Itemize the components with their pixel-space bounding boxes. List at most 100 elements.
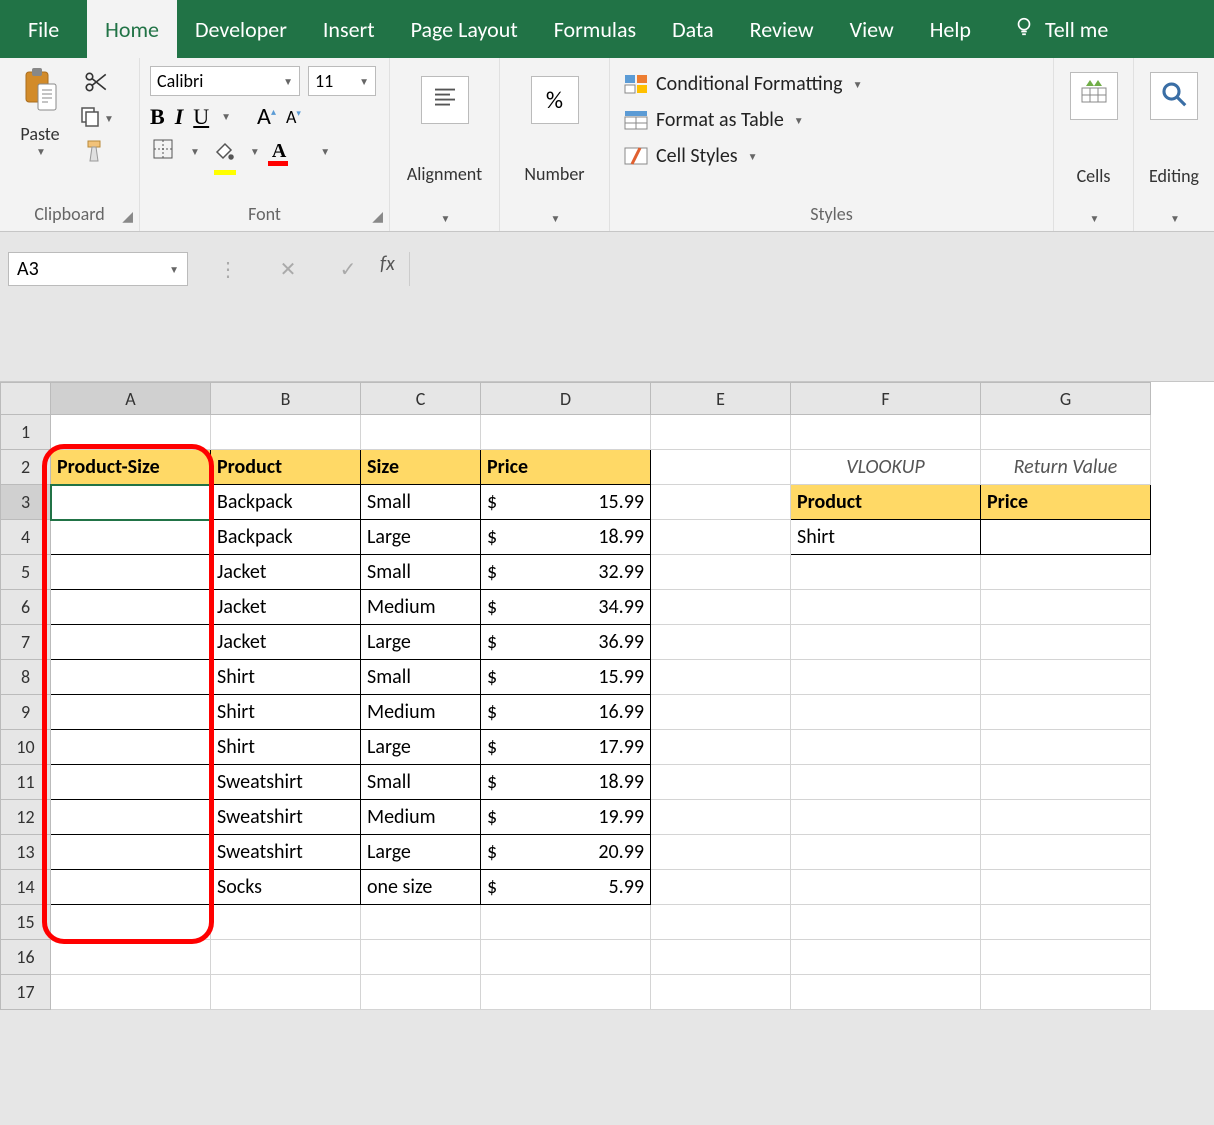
tab-help[interactable]: Help [912,0,989,58]
cell-C8[interactable]: Small [361,660,481,695]
row-header-16[interactable]: 16 [1,940,51,975]
fill-color-button[interactable] [212,138,236,165]
cell-A5[interactable] [51,555,211,590]
cell-D14[interactable]: $5.99 [481,870,651,905]
cell-E17[interactable] [651,975,791,1010]
cell-A8[interactable] [51,660,211,695]
underline-button[interactable]: U [193,104,209,130]
cell-D5[interactable]: $32.99 [481,555,651,590]
row-header-11[interactable]: 11 [1,765,51,800]
conditional-formatting-button[interactable]: Conditional Formatting ▼ [620,66,1043,102]
cell-A17[interactable] [51,975,211,1010]
cell-C4[interactable]: Large [361,520,481,555]
cell-D12[interactable]: $19.99 [481,800,651,835]
cell-B6[interactable]: Jacket [211,590,361,625]
cell-E6[interactable] [651,590,791,625]
column-header-D[interactable]: D [481,383,651,415]
cell-G7[interactable] [981,625,1151,660]
row-header-2[interactable]: 2 [1,450,51,485]
cell-C1[interactable] [361,415,481,450]
cell-G15[interactable] [981,905,1151,940]
cell-E7[interactable] [651,625,791,660]
fx-label[interactable]: fx [380,252,395,276]
tab-file[interactable]: File [0,0,87,58]
cell-D17[interactable] [481,975,651,1010]
copy-button[interactable]: ▼ [80,104,112,132]
font-name-select[interactable]: Calibri ▼ [150,66,300,96]
name-box[interactable]: A3 ▼ [8,252,188,286]
bold-button[interactable]: B [150,104,165,130]
column-header-C[interactable]: C [361,383,481,415]
cell-E15[interactable] [651,905,791,940]
cell-G12[interactable] [981,800,1151,835]
row-header-3[interactable]: 3 [1,485,51,520]
row-header-14[interactable]: 14 [1,870,51,905]
cancel-formula-button[interactable]: ✕ [268,252,308,286]
cell-C11[interactable]: Small [361,765,481,800]
cell-G8[interactable] [981,660,1151,695]
row-header-15[interactable]: 15 [1,905,51,940]
italic-button[interactable]: I [175,104,184,130]
cell-A6[interactable] [51,590,211,625]
cell-A14[interactable] [51,870,211,905]
cell-A13[interactable] [51,835,211,870]
format-painter-button[interactable] [80,138,112,166]
cell-C6[interactable]: Medium [361,590,481,625]
cell-F10[interactable] [791,730,981,765]
cell-E5[interactable] [651,555,791,590]
tab-page-layout[interactable]: Page Layout [393,0,536,58]
cells-button[interactable] [1070,72,1118,120]
cut-button[interactable] [80,70,112,98]
column-header-A[interactable]: A [51,383,211,415]
select-all-corner[interactable] [1,383,51,415]
cell-D16[interactable] [481,940,651,975]
decrease-font-button[interactable]: A▾ [286,106,301,128]
cell-A7[interactable] [51,625,211,660]
cell-B16[interactable] [211,940,361,975]
row-header-17[interactable]: 17 [1,975,51,1010]
tab-review[interactable]: Review [732,0,832,58]
cell-styles-button[interactable]: Cell Styles ▼ [620,138,1043,174]
cell-B3[interactable]: Backpack [211,485,361,520]
cell-C9[interactable]: Medium [361,695,481,730]
cell-D9[interactable]: $16.99 [481,695,651,730]
cell-E12[interactable] [651,800,791,835]
cell-E13[interactable] [651,835,791,870]
row-header-6[interactable]: 6 [1,590,51,625]
cell-B4[interactable]: Backpack [211,520,361,555]
row-header-9[interactable]: 9 [1,695,51,730]
tab-insert[interactable]: Insert [305,0,393,58]
cell-F16[interactable] [791,940,981,975]
cell-G17[interactable] [981,975,1151,1010]
font-size-select[interactable]: 11 ▼ [308,66,376,96]
cell-B12[interactable]: Sweatshirt [211,800,361,835]
cell-E16[interactable] [651,940,791,975]
cell-C12[interactable]: Medium [361,800,481,835]
cell-G4[interactable] [981,520,1151,555]
cell-E11[interactable] [651,765,791,800]
column-header-B[interactable]: B [211,383,361,415]
cell-B8[interactable]: Shirt [211,660,361,695]
cell-F6[interactable] [791,590,981,625]
row-header-7[interactable]: 7 [1,625,51,660]
cell-D7[interactable]: $36.99 [481,625,651,660]
cell-G13[interactable] [981,835,1151,870]
tab-data[interactable]: Data [654,0,732,58]
cell-D8[interactable]: $15.99 [481,660,651,695]
row-header-12[interactable]: 12 [1,800,51,835]
cell-E1[interactable] [651,415,791,450]
tab-formulas[interactable]: Formulas [536,0,654,58]
cell-C3[interactable]: Small [361,485,481,520]
cell-B5[interactable]: Jacket [211,555,361,590]
row-header-13[interactable]: 13 [1,835,51,870]
cell-D2[interactable]: Price [481,450,651,485]
column-header-F[interactable]: F [791,383,981,415]
cell-B10[interactable]: Shirt [211,730,361,765]
cell-B17[interactable] [211,975,361,1010]
cell-F14[interactable] [791,870,981,905]
cell-G1[interactable] [981,415,1151,450]
tab-developer[interactable]: Developer [177,0,305,58]
cell-F7[interactable] [791,625,981,660]
cell-F4[interactable]: Shirt [791,520,981,555]
cell-A3[interactable] [51,485,211,520]
